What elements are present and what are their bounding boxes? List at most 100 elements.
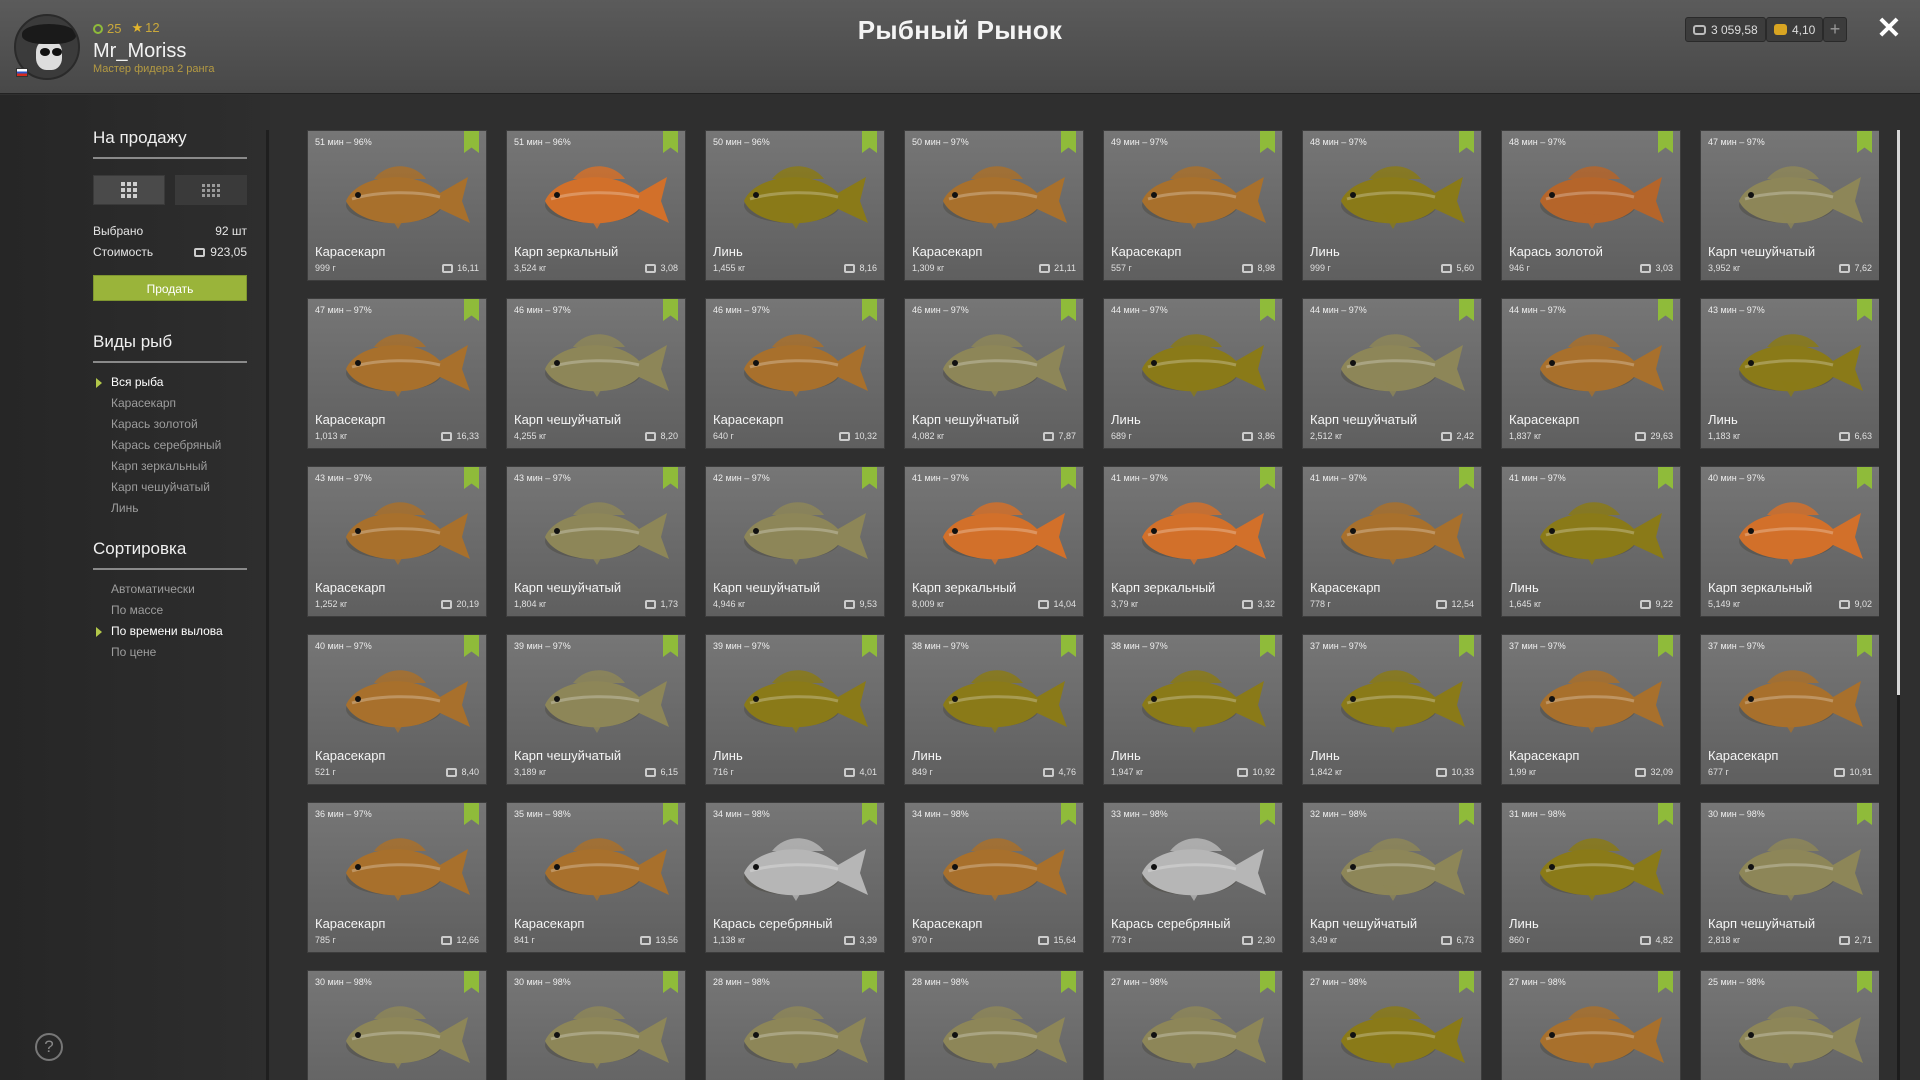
sell-button[interactable]: Продать	[93, 275, 247, 301]
bookmark-icon[interactable]	[464, 467, 479, 489]
fish-card[interactable]: 50 мин – 96% Линь 1,455 кг 8,16	[705, 130, 885, 281]
bookmark-icon[interactable]	[663, 635, 678, 657]
large-grid-view-button[interactable]	[93, 175, 165, 205]
sort-item[interactable]: По цене	[111, 645, 156, 659]
bookmark-icon[interactable]	[1061, 971, 1076, 993]
fish-card[interactable]: 34 мин – 98% Карасекарп 970 г 15,64	[904, 802, 1084, 953]
bookmark-icon[interactable]	[1857, 131, 1872, 153]
sort-item[interactable]: По массе	[111, 603, 163, 617]
species-item[interactable]: Карась золотой	[111, 417, 198, 431]
fish-card[interactable]: 46 мин – 97% Карасекарп 640 г 10,32	[705, 298, 885, 449]
fish-card[interactable]: 27 мин – 98%	[1103, 970, 1283, 1080]
bookmark-icon[interactable]	[663, 467, 678, 489]
species-item[interactable]: Карп зеркальный	[111, 459, 207, 473]
fish-card[interactable]: 37 мин – 97% Карасекарп 677 г 10,91	[1700, 634, 1879, 785]
bookmark-icon[interactable]	[1260, 635, 1275, 657]
fish-card[interactable]: 43 мин – 97% Карасекарп 1,252 кг 20,19	[307, 466, 487, 617]
fish-card[interactable]: 38 мин – 97% Линь 1,947 кг 10,92	[1103, 634, 1283, 785]
bookmark-icon[interactable]	[862, 467, 877, 489]
fish-card[interactable]: 47 мин – 97% Карп чешуйчатый 3,952 кг 7,62	[1700, 130, 1879, 281]
bookmark-icon[interactable]	[1260, 299, 1275, 321]
fish-card[interactable]: 37 мин – 97% Линь 1,842 кг 10,33	[1302, 634, 1482, 785]
species-item[interactable]: Карп чешуйчатый	[111, 480, 210, 494]
fish-card[interactable]: 27 мин – 98%	[1302, 970, 1482, 1080]
bookmark-icon[interactable]	[663, 971, 678, 993]
bookmark-icon[interactable]	[1459, 299, 1474, 321]
fish-card[interactable]: 37 мин – 97% Карасекарп 1,99 кг 32,09	[1501, 634, 1681, 785]
fish-card[interactable]: 51 мин – 96% Карп зеркальный 3,524 кг 3,08	[506, 130, 686, 281]
bookmark-icon[interactable]	[1857, 299, 1872, 321]
species-item[interactable]: Карась серебряный	[111, 438, 221, 452]
bookmark-icon[interactable]	[1857, 971, 1872, 993]
bookmark-icon[interactable]	[1459, 467, 1474, 489]
fish-card[interactable]: 44 мин – 97% Карасекарп 1,837 кг 29,63	[1501, 298, 1681, 449]
bookmark-icon[interactable]	[862, 299, 877, 321]
fish-card[interactable]: 35 мин – 98% Карасекарп 841 г 13,56	[506, 802, 686, 953]
fish-card[interactable]: 32 мин – 98% Карп чешуйчатый 3,49 кг 6,73	[1302, 802, 1482, 953]
fish-card[interactable]: 39 мин – 97% Линь 716 г 4,01	[705, 634, 885, 785]
bookmark-icon[interactable]	[1857, 467, 1872, 489]
fish-card[interactable]: 48 мин – 97% Линь 999 г 5,60	[1302, 130, 1482, 281]
fish-card[interactable]: 30 мин – 98%	[506, 970, 686, 1080]
bookmark-icon[interactable]	[1260, 467, 1275, 489]
bookmark-icon[interactable]	[663, 299, 678, 321]
fish-card[interactable]: 50 мин – 97% Карасекарп 1,309 кг 21,11	[904, 130, 1084, 281]
fish-card[interactable]: 31 мин – 98% Линь 860 г 4,82	[1501, 802, 1681, 953]
fish-card[interactable]: 48 мин – 97% Карась золотой 946 г 3,03	[1501, 130, 1681, 281]
fish-card[interactable]: 30 мин – 98%	[307, 970, 487, 1080]
fish-card[interactable]: 39 мин – 97% Карп чешуйчатый 3,189 кг 6,15	[506, 634, 686, 785]
bookmark-icon[interactable]	[1061, 803, 1076, 825]
bookmark-icon[interactable]	[1857, 803, 1872, 825]
fish-card[interactable]: 30 мин – 98% Карп чешуйчатый 2,818 кг 2,71	[1700, 802, 1879, 953]
sort-item[interactable]: По времени вылова	[111, 624, 223, 638]
bookmark-icon[interactable]	[862, 131, 877, 153]
fish-card[interactable]: 34 мин – 98% Карась серебряный 1,138 кг 3,3…	[705, 802, 885, 953]
fish-card[interactable]: 27 мин – 98%	[1501, 970, 1681, 1080]
fish-card[interactable]: 44 мин – 97% Карп чешуйчатый 2,512 кг 2,42	[1302, 298, 1482, 449]
bookmark-icon[interactable]	[464, 803, 479, 825]
bookmark-icon[interactable]	[1658, 131, 1673, 153]
fish-card[interactable]: 42 мин – 97% Карп чешуйчатый 4,946 кг 9,53	[705, 466, 885, 617]
bookmark-icon[interactable]	[1260, 803, 1275, 825]
fish-card[interactable]: 43 мин – 97% Карп чешуйчатый 1,804 кг 1,73	[506, 466, 686, 617]
fish-card[interactable]: 33 мин – 98% Карась серебряный 773 г 2,30	[1103, 802, 1283, 953]
bookmark-icon[interactable]	[1061, 467, 1076, 489]
bookmark-icon[interactable]	[1658, 299, 1673, 321]
bookmark-icon[interactable]	[464, 299, 479, 321]
fish-card[interactable]: 28 мин – 98%	[705, 970, 885, 1080]
bookmark-icon[interactable]	[464, 131, 479, 153]
bookmark-icon[interactable]	[1260, 971, 1275, 993]
bookmark-icon[interactable]	[1658, 803, 1673, 825]
fish-card[interactable]: 41 мин – 97% Карп зеркальный 8,009 кг 14,04	[904, 466, 1084, 617]
small-grid-view-button[interactable]	[175, 175, 247, 205]
bookmark-icon[interactable]	[1658, 467, 1673, 489]
species-item[interactable]: Карасекарп	[111, 396, 176, 410]
bookmark-icon[interactable]	[663, 803, 678, 825]
bookmark-icon[interactable]	[862, 803, 877, 825]
fish-card[interactable]: 46 мин – 97% Карп чешуйчатый 4,082 кг 7,87	[904, 298, 1084, 449]
fish-card[interactable]: 25 мин – 98%	[1700, 970, 1879, 1080]
fish-card[interactable]: 40 мин – 97% Карасекарп 521 г 8,40	[307, 634, 487, 785]
species-item[interactable]: Вся рыба	[111, 375, 163, 389]
scrollbar-thumb[interactable]	[1897, 130, 1900, 695]
species-item[interactable]: Линь	[111, 501, 138, 515]
bookmark-icon[interactable]	[862, 971, 877, 993]
fish-card[interactable]: 46 мин – 97% Карп чешуйчатый 4,255 кг 8,20	[506, 298, 686, 449]
bookmark-icon[interactable]	[1260, 131, 1275, 153]
add-currency-button[interactable]: +	[1823, 17, 1847, 42]
bookmark-icon[interactable]	[1459, 131, 1474, 153]
bookmark-icon[interactable]	[663, 131, 678, 153]
fish-card[interactable]: 40 мин – 97% Карп зеркальный 5,149 кг 9,02	[1700, 466, 1879, 617]
fish-card[interactable]: 47 мин – 97% Карасекарп 1,013 кг 16,33	[307, 298, 487, 449]
bookmark-icon[interactable]	[1061, 635, 1076, 657]
bookmark-icon[interactable]	[464, 635, 479, 657]
bookmark-icon[interactable]	[862, 635, 877, 657]
fish-card[interactable]: 38 мин – 97% Линь 849 г 4,76	[904, 634, 1084, 785]
fish-card[interactable]: 43 мин – 97% Линь 1,183 кг 6,63	[1700, 298, 1879, 449]
bookmark-icon[interactable]	[1459, 635, 1474, 657]
bookmark-icon[interactable]	[1857, 635, 1872, 657]
bookmark-icon[interactable]	[1658, 635, 1673, 657]
fish-card[interactable]: 41 мин – 97% Карасекарп 778 г 12,54	[1302, 466, 1482, 617]
help-button[interactable]: ?	[35, 1033, 63, 1061]
sort-item[interactable]: Автоматически	[111, 582, 195, 596]
